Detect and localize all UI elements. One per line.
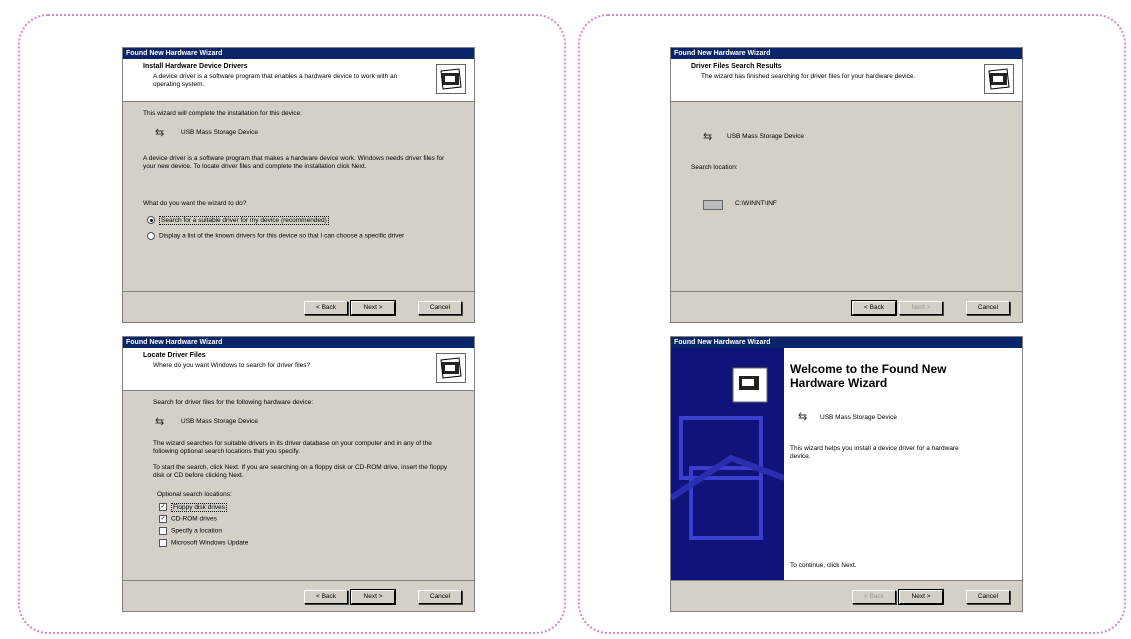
button-row: < Back Next > Cancel <box>123 580 474 611</box>
drive-icon <box>703 200 723 210</box>
back-button[interactable]: < Back <box>304 590 348 604</box>
header-subtitle: Where do you want Windows to search for … <box>153 362 311 369</box>
optional-label: Optional search locations: <box>157 491 232 498</box>
dialog-header: Install Hardware Device Drivers A device… <box>123 59 474 102</box>
welcome-body: This wizard helps you install a device d… <box>790 445 959 460</box>
checkbox[interactable] <box>159 527 167 535</box>
dialog-titlebar: Found New Hardware Wizard <box>123 337 474 348</box>
checkbox-windows-update[interactable]: Microsoft Windows Update <box>159 539 248 548</box>
header-title: Driver Files Search Results <box>691 63 782 70</box>
welcome-title: Welcome to the Found New Hardware Wizard <box>790 362 947 390</box>
checkbox-label: Specify a location <box>171 527 222 535</box>
wizard-hardware-icon <box>436 353 466 383</box>
usb-icon: ⇆ <box>155 416 165 428</box>
checkbox-checked[interactable]: ✓ <box>159 515 167 523</box>
cancel-button[interactable]: Cancel <box>418 301 462 315</box>
header-subtitle: A device driver is a software program th… <box>153 73 398 88</box>
wizard-hardware-icon <box>436 64 466 94</box>
header-title: Install Hardware Device Drivers <box>143 63 248 70</box>
usb-icon: ⇆ <box>703 131 713 143</box>
welcome-content: Welcome to the Found New Hardware Wizard… <box>784 348 1022 581</box>
radio-search[interactable]: Search for a suitable driver for my devi… <box>147 215 329 225</box>
dialog-header: Driver Files Search Results The wizard h… <box>671 59 1022 102</box>
back-button[interactable]: < Back <box>852 590 896 604</box>
device-name: USB Mass Storage Device <box>727 133 804 140</box>
usb-icon: ⇆ <box>155 127 165 139</box>
checkbox[interactable] <box>159 539 167 547</box>
body-text-1: The wizard searches for suitable drivers… <box>153 440 432 455</box>
header-title: Locate Driver Files <box>143 352 206 359</box>
checkbox-label: CD-ROM drives <box>171 515 217 523</box>
search-results-dialog: Found New Hardware Wizard Driver Files S… <box>670 47 1023 323</box>
next-button[interactable]: Next > <box>899 301 943 315</box>
intro-text: This wizard will complete the installati… <box>143 110 302 117</box>
checkbox-cdrom[interactable]: ✓ CD-ROM drives <box>159 515 217 524</box>
checkbox-label: Floppy disk drives <box>171 502 228 512</box>
dialog-titlebar: Found New Hardware Wizard <box>671 337 1022 348</box>
next-button[interactable]: Next > <box>350 589 396 605</box>
radio-button[interactable] <box>147 232 155 240</box>
continue-text: To continue, click Next. <box>790 562 857 569</box>
dialog-titlebar: Found New Hardware Wizard <box>123 48 474 59</box>
device-name: USB Mass Storage Device <box>181 129 258 136</box>
radio-display[interactable]: Display a list of the known drivers for … <box>147 232 447 241</box>
radio-button-selected[interactable] <box>147 216 155 224</box>
wizard-side-image <box>671 348 784 581</box>
welcome-dialog: Found New Hardware Wizard Welcome to the… <box>670 336 1023 612</box>
device-name: USB Mass Storage Device <box>181 418 258 425</box>
button-row: < Back Next > Cancel <box>123 291 474 322</box>
dialog-header: Locate Driver Files Where do you want Wi… <box>123 348 474 391</box>
radio-display-label: Display a list of the known drivers for … <box>159 232 405 240</box>
dialog-titlebar: Found New Hardware Wizard <box>671 48 1022 59</box>
button-row: < Back Next > Cancel <box>671 580 1022 611</box>
wizard-hardware-icon <box>984 64 1014 94</box>
next-button[interactable]: Next > <box>350 300 396 316</box>
back-button[interactable]: < Back <box>304 301 348 315</box>
checkbox-label: Microsoft Windows Update <box>171 539 249 547</box>
locate-files-dialog: Found New Hardware Wizard Locate Driver … <box>122 336 475 612</box>
cancel-button[interactable]: Cancel <box>966 590 1010 604</box>
checkbox-checked[interactable]: ✓ <box>159 503 167 511</box>
question-text: What do you want the wizard to do? <box>143 200 247 207</box>
checkbox-floppy[interactable]: ✓ Floppy disk drives <box>159 502 228 512</box>
header-subtitle: The wizard has finished searching for dr… <box>701 73 916 80</box>
button-row: < Back Next > Cancel <box>671 291 1022 322</box>
cancel-button[interactable]: Cancel <box>418 590 462 604</box>
device-name: USB Mass Storage Device <box>820 414 897 421</box>
back-button[interactable]: < Back <box>851 300 897 316</box>
body-text: A device driver is a software program th… <box>143 155 445 170</box>
body-text-2: To start the search, click Next. If you … <box>153 464 448 479</box>
search-location-label: Search location: <box>691 164 738 171</box>
cancel-button[interactable]: Cancel <box>966 301 1010 315</box>
intro-text: Search for driver files for the followin… <box>153 399 314 406</box>
install-drivers-dialog: Found New Hardware Wizard Install Hardwa… <box>122 47 475 323</box>
location-path: C:\WINNT\INF <box>735 200 777 207</box>
next-button[interactable]: Next > <box>898 589 944 605</box>
usb-icon: ⇆ <box>798 411 808 423</box>
radio-search-label: Search for a suitable driver for my devi… <box>159 215 329 225</box>
checkbox-specify[interactable]: Specify a location <box>159 527 222 536</box>
